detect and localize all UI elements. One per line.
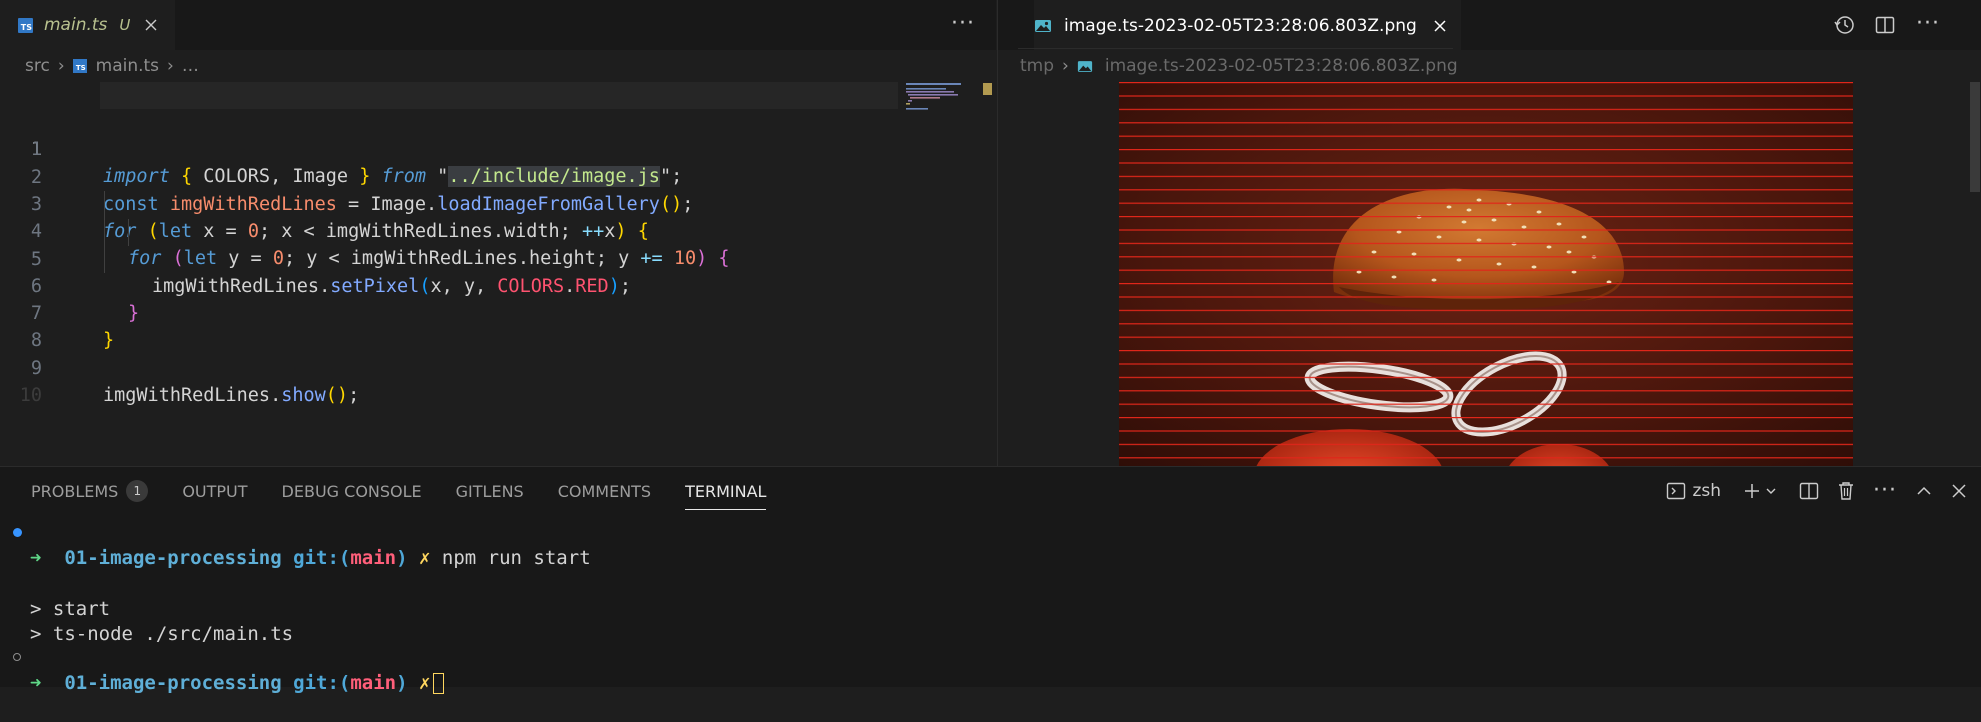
left-editor-group: TS main.ts U ··· src › TS main.ts › … 1 … [0,0,996,466]
chevron-right-icon: › [57,56,65,76]
tab-problems[interactable]: PROBLEMS 1 [31,467,149,515]
breadcrumb-file[interactable]: image.ts-2023-02-05T23:28:06.803Z.png [1105,56,1458,76]
bottom-panel: PROBLEMS 1 OUTPUT DEBUG CONSOLE GITLENS … [0,466,1981,694]
tab-main-ts[interactable]: TS main.ts U [0,0,175,50]
tab-debug-console[interactable]: DEBUG CONSOLE [282,467,422,515]
code-line[interactable]: 4 for (let y = 0; y < imgWithRedLines.he… [0,191,996,269]
split-editor-icon[interactable] [1875,15,1895,35]
code-line[interactable]: 3 for (let x = 0; x < imgWithRedLines.wi… [0,164,996,242]
image-file-icon [1077,60,1092,72]
terminal-line: > start [30,598,111,620]
history-icon[interactable] [1834,14,1856,36]
breadcrumb: src › TS main.ts › … [0,50,996,82]
right-tab-bar: image.ts-2023-02-05T23:28:06.803Z.png ··… [998,0,1981,51]
more-actions-icon[interactable]: ··· [951,13,975,35]
more-actions-icon[interactable]: ··· [1873,480,1897,502]
trash-icon[interactable] [1837,481,1855,501]
tab-label: COMMENTS [557,481,652,501]
panel-actions: zsh ··· [1648,467,1967,515]
terminal-shell-selector[interactable]: zsh [1666,481,1721,501]
command-decoration-icon[interactable] [13,528,22,537]
terminal-line: ➜ 01-image-processing git:(main) ✗ [0,644,1981,694]
code-line[interactable]: 6 } [0,246,996,324]
breadcrumb-file[interactable]: main.ts [96,56,159,76]
right-editor-group: image.ts-2023-02-05T23:28:06.803Z.png ··… [997,0,1981,466]
problems-count-badge: 1 [126,480,149,502]
tab-output[interactable]: OUTPUT [182,467,247,515]
typescript-file-icon: TS [18,17,33,33]
tab-label: image.ts-2023-02-05T23:28:06.803Z.png [1064,16,1417,36]
typescript-file-icon: TS [72,59,87,73]
indent-guide [104,191,105,273]
more-actions-icon[interactable]: ··· [1916,13,1940,35]
breadcrumb-folder[interactable]: src [25,56,50,76]
code-line[interactable]: 9 imgWithRedLines.show(); [0,328,996,406]
code-line[interactable]: 8 [0,300,996,351]
code-line[interactable]: 1 import { COLORS, Image } from "../incl… [0,82,996,187]
line-number: 10 [19,385,42,406]
close-panel-icon[interactable] [1951,483,1967,499]
tab-image-png[interactable]: image.ts-2023-02-05T23:28:06.803Z.png [1034,0,1461,51]
terminal-command: npm run start [441,547,591,569]
tab-label: main.ts [44,15,108,35]
indent-guide [128,219,129,246]
tab-terminal[interactable]: TERMINAL [685,467,767,515]
close-tab-icon[interactable] [1433,19,1447,33]
chevron-right-icon: › [1062,56,1069,76]
image-file-icon [1035,20,1051,32]
tab-label: DEBUG CONSOLE [281,481,422,501]
terminal-line: > ts-node ./src/main.ts [30,623,294,645]
terminal-cursor [433,673,445,694]
tab-label: OUTPUT [182,481,248,501]
shell-name: zsh [1692,481,1722,501]
untracked-status: U [119,16,131,34]
code-line[interactable]: 10 [0,355,996,406]
code-line[interactable]: 2 const imgWithRedLines = Image.loadImag… [0,137,996,215]
tab-label: TERMINAL [685,481,767,501]
code-line[interactable]: 5 imgWithRedLines.setPixel(x, y, COLORS.… [0,219,996,297]
breadcrumb-folder[interactable]: tmp [1020,56,1054,76]
tab-comments[interactable]: COMMENTS [558,467,651,515]
code-text: imgWithRedLines.show(); [103,385,360,406]
tab-label: GITLENS [455,481,524,501]
breadcrumb-symbol[interactable]: … [182,56,199,76]
command-decoration-icon[interactable] [13,653,21,661]
image-preview[interactable] [1119,82,1853,466]
tab-label: PROBLEMS [31,481,119,501]
terminal-line: ➜ 01-image-processing git:(main) ✗ npm r… [0,519,1981,569]
chevron-down-icon[interactable] [1765,485,1777,497]
chevron-right-icon: › [167,56,174,76]
plus-icon [1745,484,1760,498]
scrollbar[interactable] [1970,82,1980,192]
close-tab-icon[interactable] [144,18,158,32]
left-tab-bar: TS main.ts U ··· [0,0,996,50]
tab-gitlens[interactable]: GITLENS [456,467,524,515]
red-lines-overlay [1119,82,1853,466]
code-line[interactable]: 1 [0,109,996,160]
breadcrumb: tmp › image.ts-2023-02-05T23:28:06.803Z.… [998,50,1981,82]
minimap[interactable] [904,82,984,112]
scrollbar-marker [983,83,992,95]
terminal-icon [1667,482,1686,500]
new-terminal-button[interactable] [1743,482,1777,500]
maximize-panel-icon[interactable] [1915,482,1933,500]
panel-tabs: PROBLEMS 1 OUTPUT DEBUG CONSOLE GITLENS … [0,467,767,515]
current-line-highlight [100,82,898,109]
code-line[interactable]: 7 } [0,273,996,351]
split-terminal-icon[interactable] [1799,481,1819,501]
